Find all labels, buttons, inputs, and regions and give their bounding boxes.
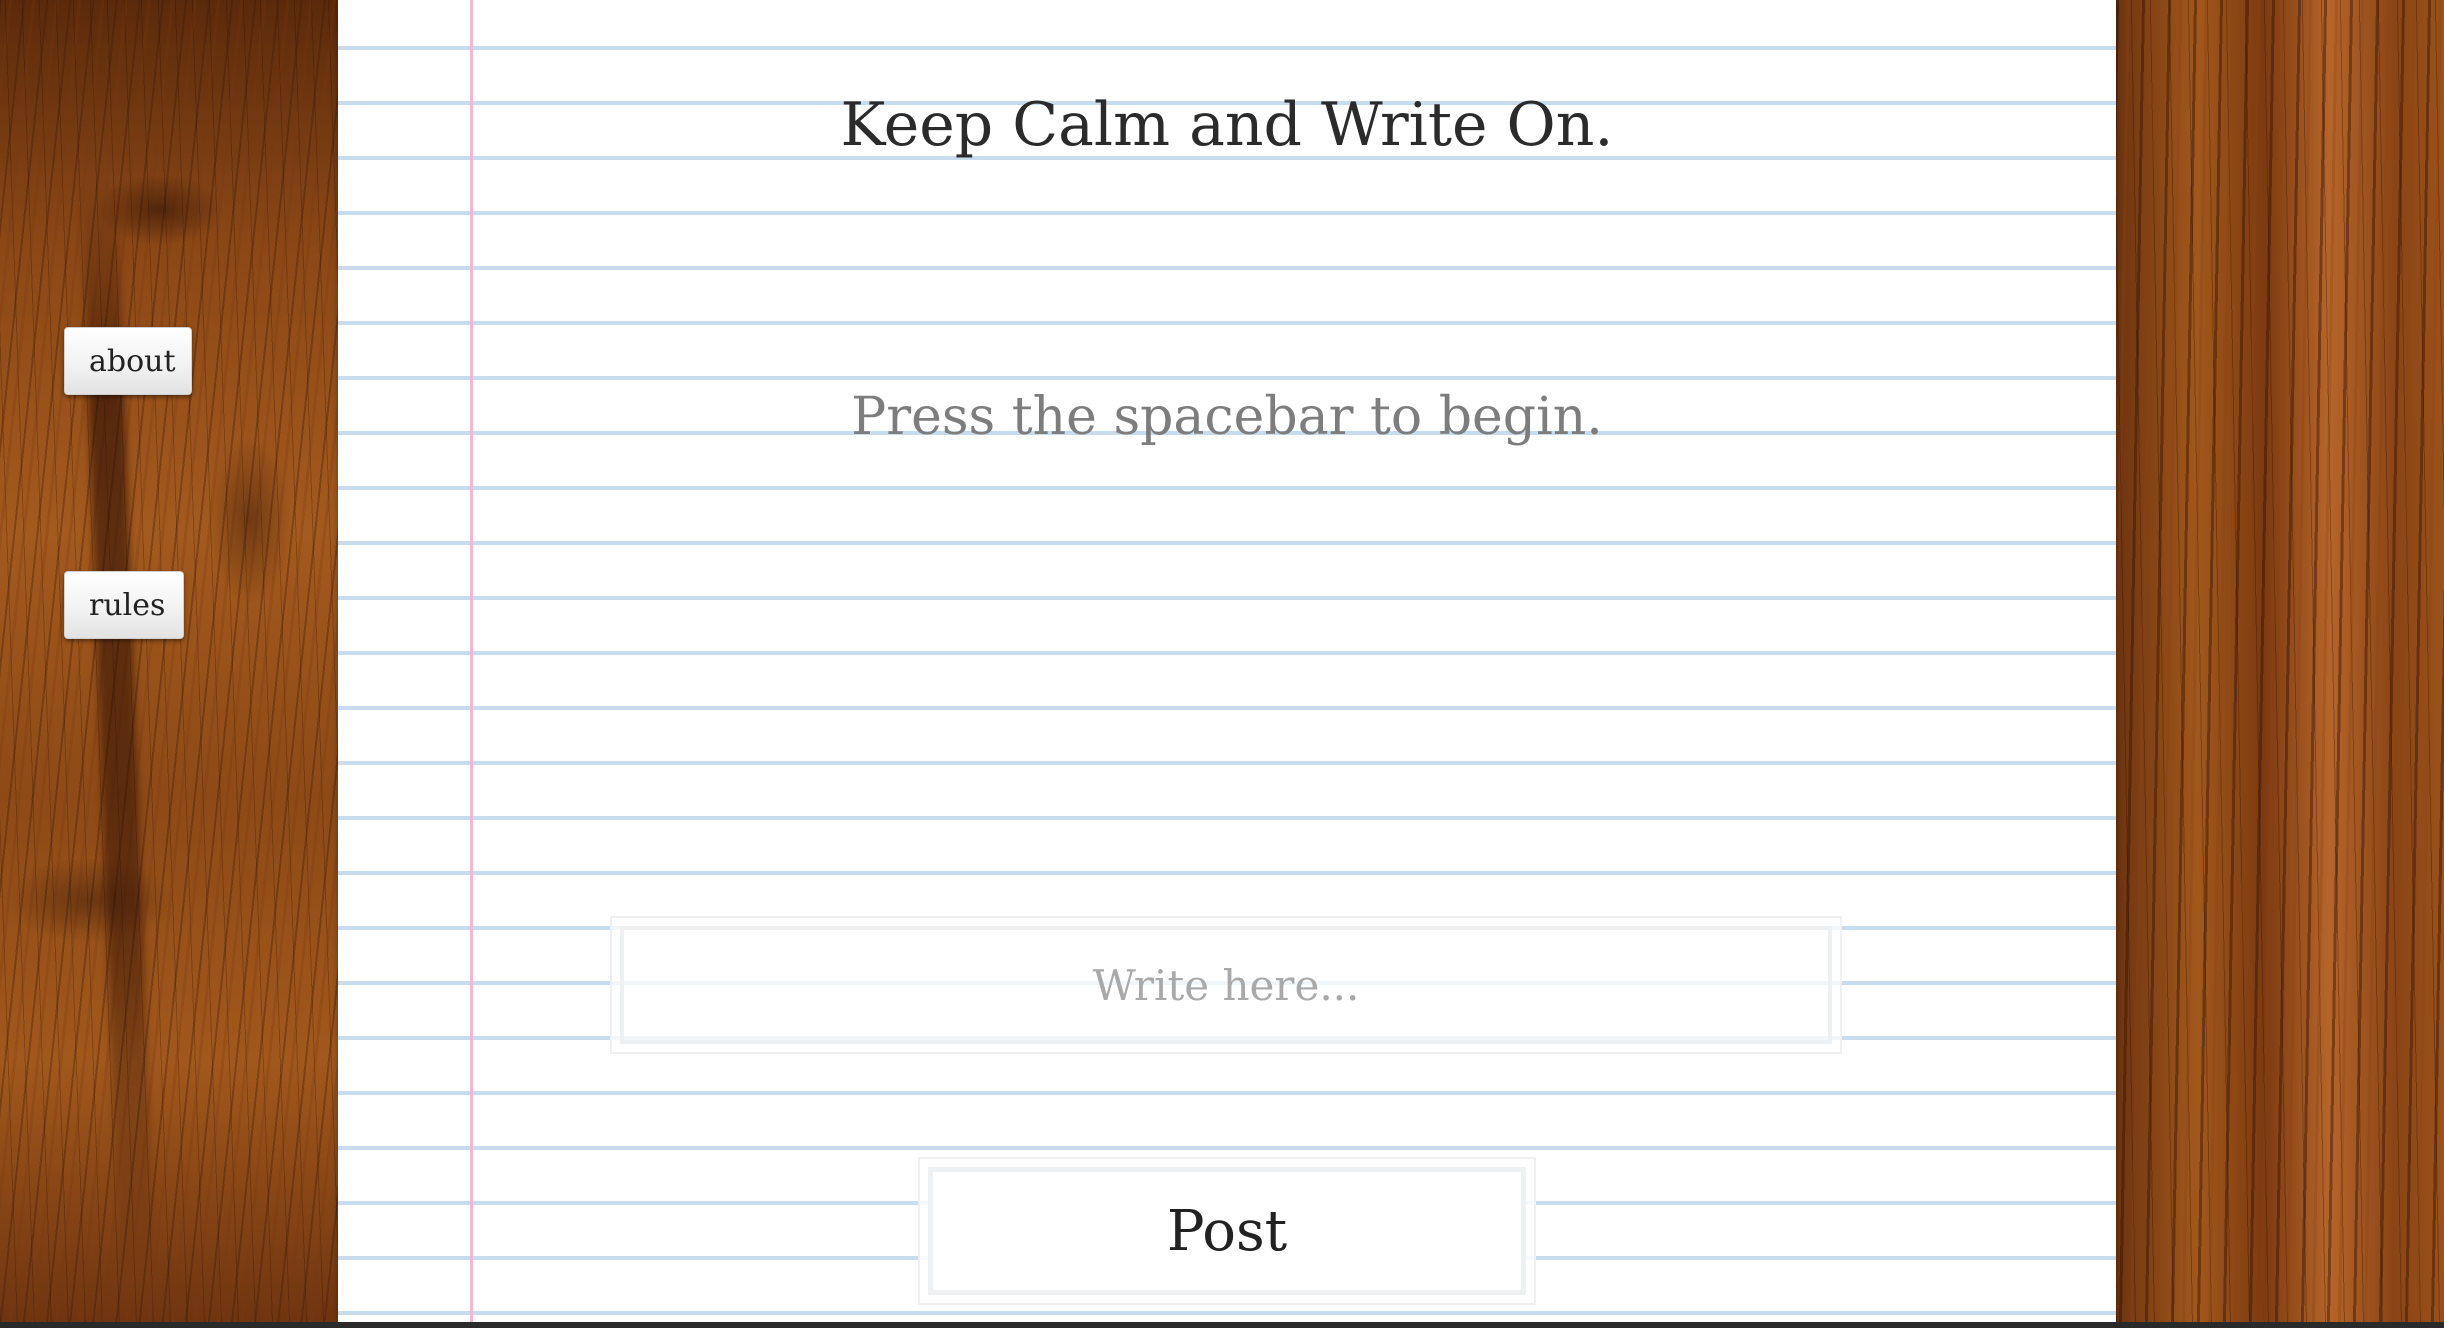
about-button[interactable]: about bbox=[64, 327, 192, 395]
wood-background-left bbox=[0, 0, 340, 1328]
post-button[interactable]: Post bbox=[928, 1167, 1526, 1295]
wood-background-right bbox=[2116, 0, 2444, 1328]
paper-margin-line bbox=[470, 0, 473, 1322]
window-bottom-edge bbox=[0, 1322, 2444, 1328]
page-title: Keep Calm and Write On. bbox=[840, 90, 1614, 160]
post-button-frame: Post bbox=[918, 1157, 1536, 1305]
start-prompt: Press the spacebar to begin. bbox=[851, 387, 1603, 447]
write-field-frame bbox=[610, 916, 1842, 1054]
write-input[interactable] bbox=[620, 926, 1832, 1044]
rules-button[interactable]: rules bbox=[64, 571, 184, 639]
notebook-paper: Keep Calm and Write On. Press the spaceb… bbox=[338, 0, 2116, 1322]
